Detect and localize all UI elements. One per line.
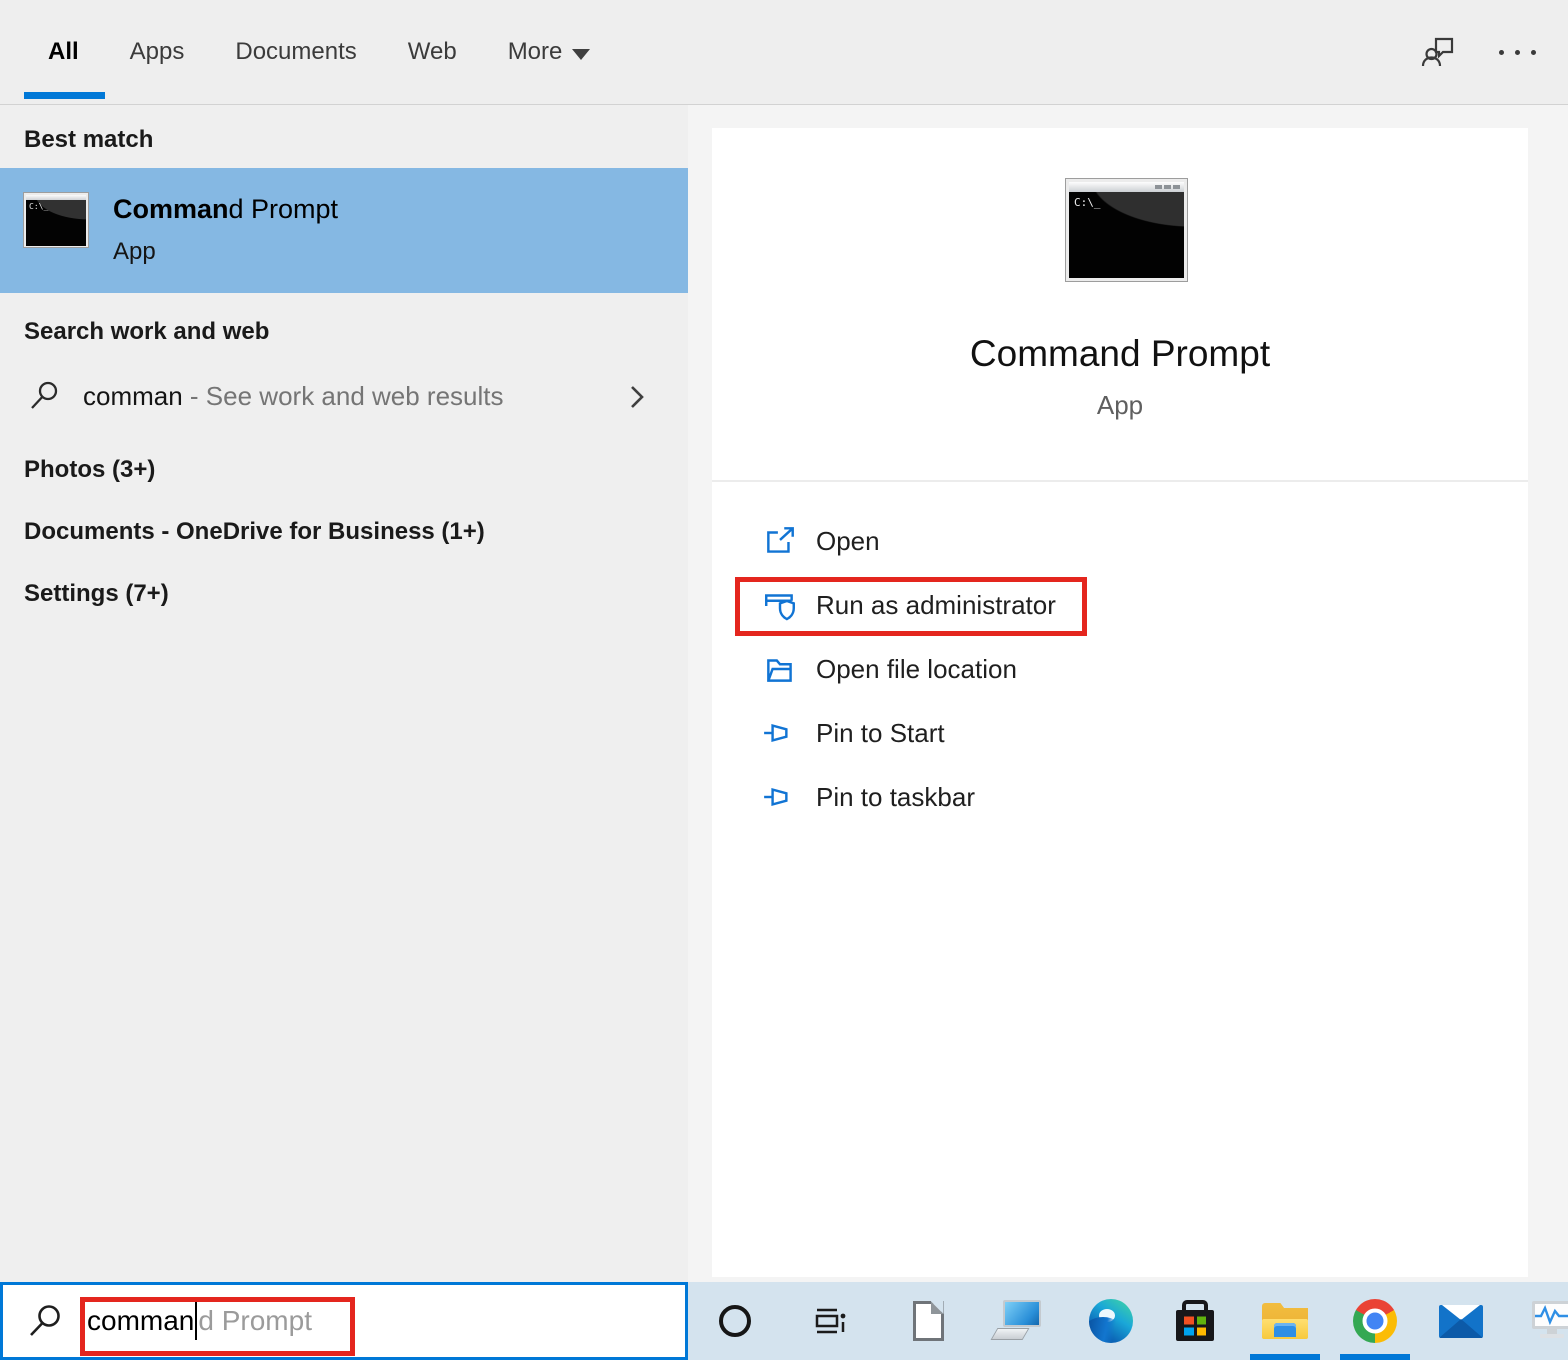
- tab-web-label: Web: [407, 38, 457, 65]
- libreoffice-button[interactable]: [900, 1282, 956, 1360]
- search-work-web-header: Search work and web: [24, 318, 270, 345]
- microsoft-store-button[interactable]: [1167, 1282, 1223, 1360]
- file-explorer-button[interactable]: [1257, 1282, 1313, 1360]
- task-view-icon: [815, 1308, 846, 1334]
- action-pin-to-taskbar[interactable]: Pin to taskbar: [712, 765, 1528, 829]
- tab-more[interactable]: More: [508, 38, 591, 66]
- annotation-box-run-as-administrator: [735, 577, 1087, 636]
- more-options-button[interactable]: [1495, 40, 1540, 65]
- preview-panel: C:\_ Command Prompt App Open Run as admi…: [688, 105, 1568, 1282]
- best-match-title: Command Prompt: [113, 194, 339, 224]
- search-icon: [31, 381, 58, 409]
- taskbar: [688, 1282, 1568, 1360]
- command-prompt-icon: C:\_: [23, 192, 89, 248]
- results-panel: Best match C:\_ Command Prompt App Searc…: [0, 105, 688, 1282]
- filter-tabs: All Apps Documents Web More: [48, 0, 591, 104]
- cortana-icon: [719, 1305, 751, 1337]
- search-icon: [30, 1305, 60, 1336]
- annotation-box-search-text: [80, 1297, 355, 1356]
- context-actions: Open Run as administrator Open file loca…: [712, 509, 1528, 829]
- chrome-icon: [1353, 1299, 1397, 1343]
- web-result-text: comman - See work and web results: [83, 380, 504, 411]
- task-view-button[interactable]: [803, 1282, 859, 1360]
- preview-app-type: App: [1096, 390, 1144, 420]
- mail-icon: [1439, 1304, 1483, 1338]
- tab-apps[interactable]: Apps: [130, 38, 185, 66]
- tab-documents[interactable]: Documents: [235, 38, 356, 66]
- performance-monitor-button[interactable]: [1523, 1282, 1568, 1360]
- running-indicator-file-explorer: [1250, 1354, 1320, 1360]
- search-header: All Apps Documents Web More: [0, 0, 1568, 105]
- action-open-file-location[interactable]: Open file location: [712, 637, 1528, 701]
- edge-icon: [1089, 1299, 1133, 1343]
- tab-all[interactable]: All: [48, 38, 79, 66]
- group-documents-onedrive[interactable]: Documents - OneDrive for Business (1+): [0, 512, 688, 552]
- active-tab-indicator: [24, 92, 105, 99]
- tab-web[interactable]: Web: [408, 38, 457, 66]
- preview-app-title: Command Prompt: [969, 333, 1271, 374]
- tab-documents-label: Documents: [235, 38, 357, 65]
- group-settings[interactable]: Settings (7+): [0, 574, 688, 614]
- taskbar-search-input[interactable]: comman d Prompt: [0, 1282, 688, 1360]
- chrome-button[interactable]: [1347, 1282, 1403, 1360]
- libreoffice-icon: [912, 1301, 944, 1341]
- chevron-down-icon: [572, 48, 591, 60]
- pc-button[interactable]: [990, 1282, 1046, 1360]
- preview-card: C:\_ Command Prompt App Open Run as admi…: [712, 128, 1528, 1277]
- tab-more-label: More: [507, 38, 563, 65]
- cortana-button[interactable]: [707, 1282, 763, 1360]
- web-result-row[interactable]: comman - See work and web results: [0, 368, 688, 424]
- open-file-location-icon: [767, 659, 792, 682]
- microsoft-store-icon: [1176, 1310, 1214, 1341]
- best-match-type: App: [113, 238, 156, 265]
- feedback-person-icon: [1421, 37, 1454, 67]
- group-photos[interactable]: Photos (3+): [0, 450, 688, 490]
- divider: [712, 480, 1528, 482]
- best-match-header: Best match: [24, 126, 154, 153]
- open-icon: [767, 527, 794, 553]
- feedback-button[interactable]: [1419, 33, 1457, 71]
- mail-button[interactable]: [1433, 1282, 1489, 1360]
- command-prompt-icon-large: C:\_: [1065, 178, 1188, 282]
- pc-icon: [990, 1300, 1042, 1342]
- chevron-right-icon: [631, 386, 644, 408]
- performance-monitor-icon: [1528, 1300, 1568, 1342]
- file-explorer-icon: [1262, 1303, 1308, 1339]
- tab-all-label: All: [48, 38, 79, 65]
- edge-button[interactable]: [1083, 1282, 1139, 1360]
- best-match-item[interactable]: C:\_ Command Prompt App: [0, 168, 688, 293]
- action-open[interactable]: Open: [712, 509, 1528, 573]
- action-pin-to-start[interactable]: Pin to Start: [712, 701, 1528, 765]
- tab-apps-label: Apps: [129, 38, 185, 65]
- pin-icon: [764, 723, 788, 743]
- pin-icon: [764, 787, 788, 807]
- running-indicator-chrome: [1340, 1354, 1410, 1360]
